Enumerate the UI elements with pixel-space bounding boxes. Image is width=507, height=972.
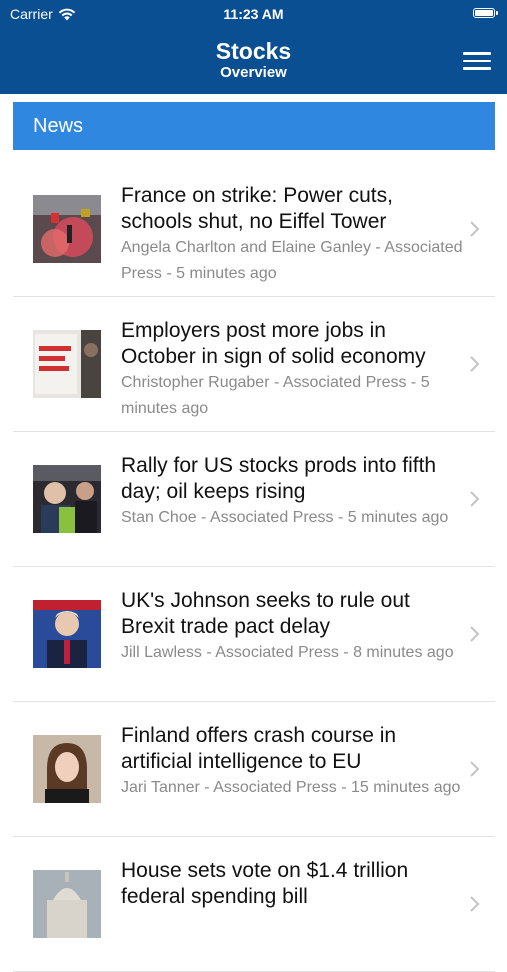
menu-bar-icon [463, 67, 491, 70]
news-byline: Christopher Rugaber - Associated Press -… [121, 374, 430, 417]
page-title: Stocks [215, 38, 292, 64]
news-list: France on strike: Power cuts, schools sh… [13, 162, 495, 972]
news-headline: House sets vote on $1.4 trillion federal… [121, 859, 409, 908]
page-subtitle: Overview [220, 64, 287, 81]
protest-photo [33, 195, 101, 263]
chevron-right-icon [470, 626, 480, 642]
nav-header: Carrier 11:23 AM Stocks Overview [0, 0, 507, 94]
news-section-header: News [13, 102, 495, 150]
news-item[interactable]: House sets vote on $1.4 trillion federal… [13, 837, 495, 972]
battery-icon [473, 8, 498, 18]
news-item[interactable]: UK's Johnson seeks to rule out Brexit tr… [13, 567, 495, 702]
woman-portrait-photo [33, 735, 101, 803]
news-item[interactable]: Employers post more jobs in October in s… [13, 297, 495, 432]
status-bar: Carrier 11:23 AM [0, 0, 507, 28]
news-headline: Finland offers crash course in artificia… [121, 724, 397, 773]
section-label: News [33, 115, 84, 137]
news-item[interactable]: Rally for US stocks prods into fifth day… [13, 432, 495, 567]
status-time: 11:23 AM [223, 6, 284, 22]
menu-bar-icon [463, 59, 491, 62]
news-headline: Employers post more jobs in October in s… [121, 319, 426, 368]
news-byline: Angela Charlton and Elaine Ganley - Asso… [121, 239, 463, 282]
news-headline: Rally for US stocks prods into fifth day… [121, 454, 437, 503]
news-headline: UK's Johnson seeks to rule out Brexit tr… [121, 589, 410, 638]
capitol-photo [33, 870, 101, 938]
chevron-right-icon [470, 221, 480, 237]
johnson-photo [33, 600, 101, 668]
chevron-right-icon [470, 491, 480, 507]
news-byline: Jari Tanner - Associated Press - 15 minu… [121, 779, 461, 796]
chevron-right-icon [470, 896, 480, 912]
stock-traders-photo [33, 465, 101, 533]
hamburger-menu-button[interactable] [461, 50, 493, 72]
news-item[interactable]: Finland offers crash course in artificia… [13, 702, 495, 837]
menu-bar-icon [463, 52, 491, 55]
chevron-right-icon [470, 761, 480, 777]
chevron-right-icon [470, 356, 480, 372]
news-byline: Stan Choe - Associated Press - 5 minutes… [121, 509, 449, 526]
news-item[interactable]: France on strike: Power cuts, schools sh… [13, 162, 495, 297]
news-headline: France on strike: Power cuts, schools sh… [121, 184, 393, 233]
hiring-sign-photo [33, 330, 101, 398]
news-byline: Jill Lawless - Associated Press - 8 minu… [121, 644, 454, 661]
